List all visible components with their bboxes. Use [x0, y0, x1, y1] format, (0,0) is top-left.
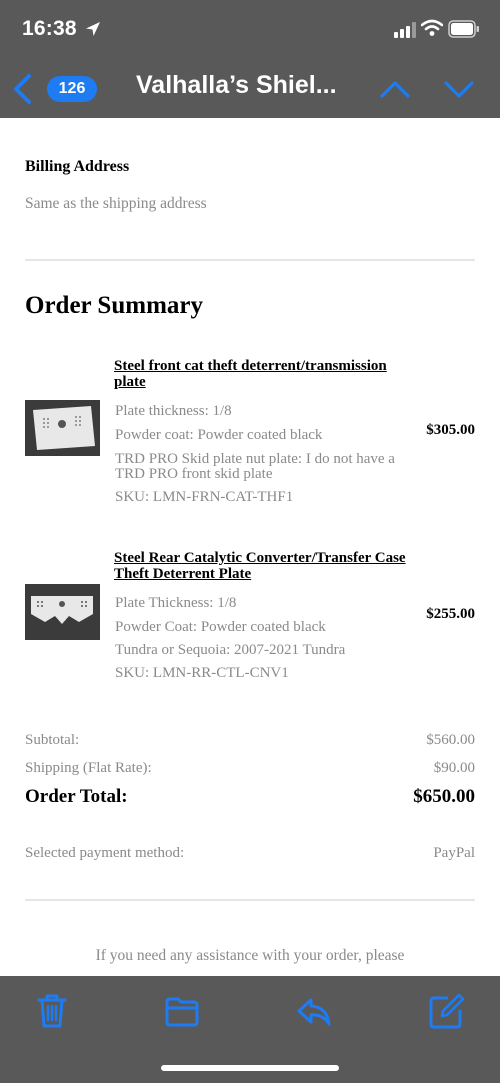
product-attribute: Tundra or Sequoia: 2007-2021 Tundra: [115, 642, 346, 658]
subtotal-label: Subtotal:: [25, 732, 80, 748]
folder-icon[interactable]: [164, 992, 200, 1030]
divider: [25, 899, 475, 901]
billing-address-heading: Billing Address: [25, 158, 130, 175]
unread-count-badge[interactable]: 126: [47, 76, 97, 102]
signal-bars-icon: [394, 22, 416, 38]
product-sku: SKU: LMN-FRN-CAT-THF1: [115, 489, 294, 505]
status-time: 16:38: [22, 17, 77, 40]
payment-method-label: Selected payment method:: [25, 845, 185, 861]
wifi-icon: [421, 19, 443, 36]
shipping-value: $90.00: [433, 760, 475, 776]
chevron-down-icon[interactable]: [442, 76, 476, 102]
compose-icon[interactable]: [428, 992, 464, 1030]
chevron-up-icon[interactable]: [378, 76, 412, 102]
product-name-link[interactable]: Steel Rear Catalytic Converter/Transfer …: [114, 550, 414, 582]
product-sku: SKU: LMN-RR-CTL-CNV1: [115, 665, 289, 681]
billing-address-value: Same as the shipping address: [25, 195, 207, 212]
product-image[interactable]: [25, 400, 100, 456]
email-body[interactable]: Billing Address Same as the shipping add…: [0, 118, 500, 976]
product-attribute: TRD PRO Skid plate nut plate: I do not h…: [115, 451, 395, 482]
message-title: Valhalla’s Shiel...: [136, 71, 337, 99]
product-attribute: Plate thickness: 1/8: [115, 403, 232, 419]
product-attribute: Plate Thickness: 1/8: [115, 595, 237, 611]
order-summary-heading: Order Summary: [25, 292, 203, 319]
order-item: Steel Rear Catalytic Converter/Transfer …: [25, 548, 475, 688]
divider: [25, 259, 475, 261]
product-attribute: Powder coat: Powder coated black: [115, 427, 323, 443]
battery-icon: [448, 20, 479, 38]
order-total-label: Order Total:: [25, 786, 128, 807]
location-arrow-icon: [86, 22, 100, 36]
trash-icon[interactable]: [34, 992, 70, 1030]
payment-method-value: PayPal: [433, 845, 475, 861]
assistance-note: If you need any assistance with your ord…: [95, 947, 405, 964]
product-price: $255.00: [426, 606, 475, 622]
mail-nav-bar: 126 Valhalla’s Shiel...: [0, 60, 500, 118]
reply-icon[interactable]: [296, 992, 332, 1030]
shipping-label: Shipping (Flat Rate):: [25, 760, 152, 776]
home-indicator[interactable]: [161, 1065, 339, 1071]
order-item: Steel front cat theft deterrent/transmis…: [25, 356, 475, 512]
chevron-left-icon[interactable]: [10, 72, 36, 106]
product-price: $305.00: [426, 422, 475, 438]
status-bar: 16:38: [0, 0, 500, 60]
subtotal-value: $560.00: [426, 732, 475, 748]
order-total-value: $650.00: [413, 786, 475, 807]
product-attribute: Powder Coat: Powder coated black: [115, 619, 326, 635]
product-name-link[interactable]: Steel front cat theft deterrent/transmis…: [114, 358, 414, 390]
product-image[interactable]: [25, 584, 100, 640]
